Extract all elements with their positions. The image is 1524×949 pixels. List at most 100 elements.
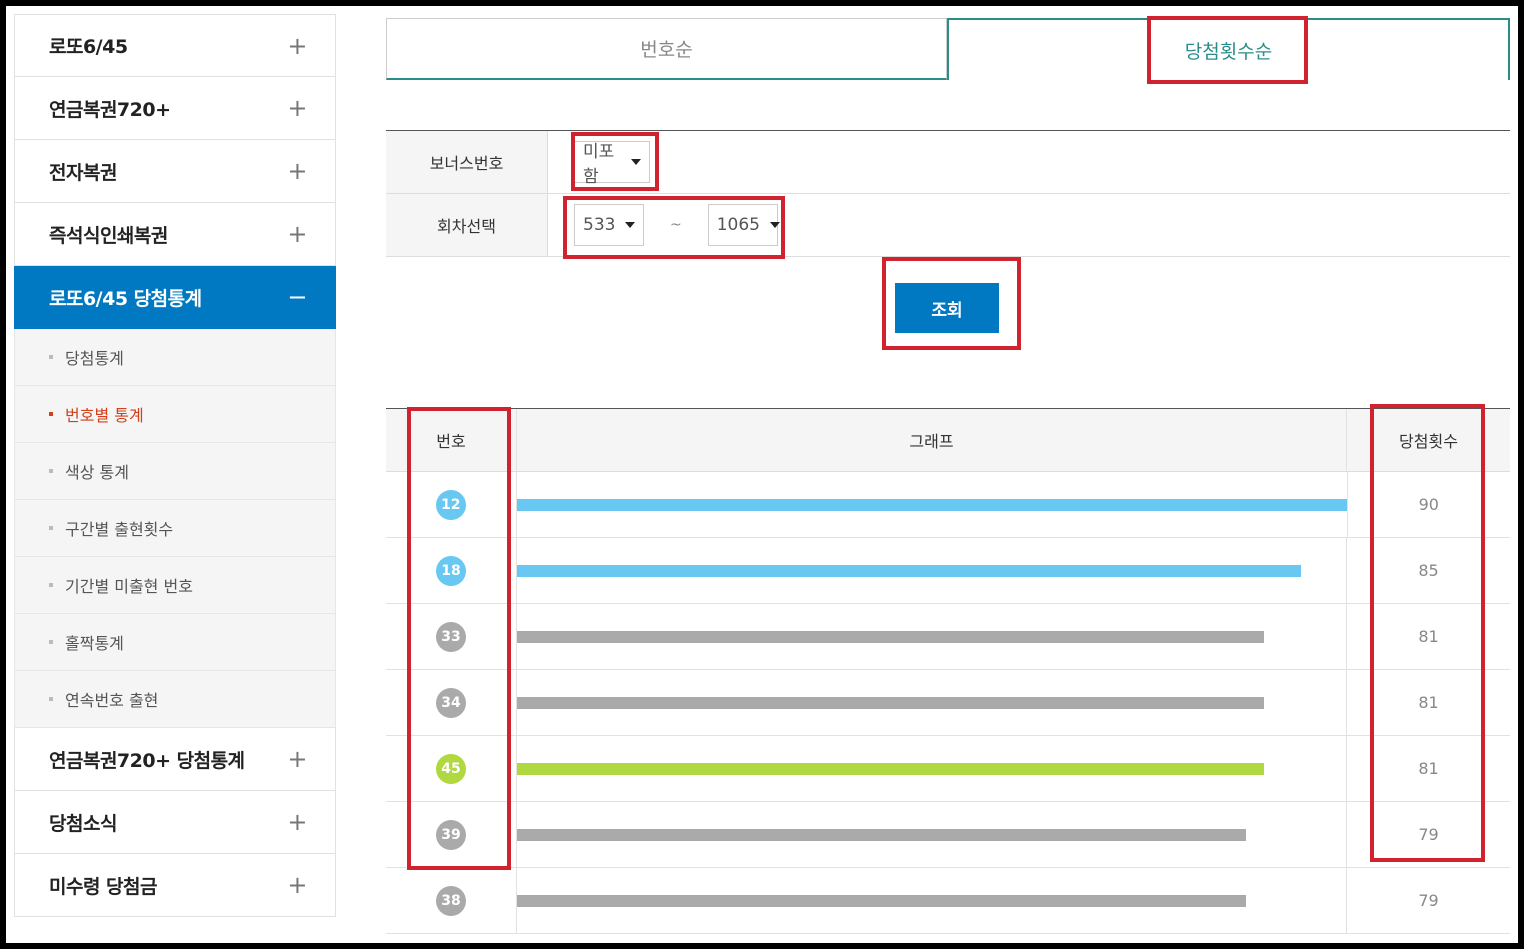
bonus-label: 보너스번호 bbox=[386, 131, 548, 193]
round-label: 회차선택 bbox=[386, 194, 548, 256]
number-cell: 12 bbox=[386, 472, 517, 537]
tab-by-number[interactable]: 번호순 bbox=[386, 18, 947, 80]
lotto-ball: 34 bbox=[436, 687, 466, 718]
sidebar-submenu-label: 홀짝통계 bbox=[65, 634, 124, 653]
table-row: 33 81 bbox=[386, 604, 1510, 670]
lotto-ball: 33 bbox=[436, 621, 466, 652]
number-cell: 18 bbox=[386, 538, 517, 603]
sidebar-menu-item[interactable]: 연금복권720+ + bbox=[14, 77, 336, 140]
graph-cell bbox=[517, 736, 1347, 801]
plus-icon[interactable]: + bbox=[287, 745, 307, 773]
header-graph: 그래프 bbox=[517, 409, 1347, 471]
table-row: 38 79 bbox=[386, 868, 1510, 934]
sidebar-submenu-label: 기간별 미출현 번호 bbox=[65, 577, 193, 596]
graph-cell bbox=[517, 604, 1347, 669]
bullet-icon bbox=[49, 640, 53, 644]
graph-cell bbox=[517, 802, 1347, 867]
count-cell: 79 bbox=[1418, 891, 1439, 910]
sidebar-menu-item[interactable]: 당첨소식 + bbox=[14, 791, 336, 854]
sidebar-menu-item[interactable]: 즉석식인쇄복권 + bbox=[14, 203, 336, 266]
sidebar-submenu-item[interactable]: 기간별 미출현 번호 bbox=[14, 557, 336, 614]
sidebar-submenu-item[interactable]: 번호별 통계 bbox=[14, 386, 336, 443]
count-bar bbox=[517, 630, 1264, 643]
sidebar-menu-label: 당첨소식 bbox=[49, 812, 117, 835]
caret-down-icon bbox=[631, 159, 641, 165]
count-bar bbox=[517, 696, 1264, 709]
table-row: 34 81 bbox=[386, 670, 1510, 736]
number-cell: 45 bbox=[386, 736, 517, 801]
bullet-icon bbox=[49, 583, 53, 587]
round-row: 회차선택 533 ~ 1065 bbox=[386, 194, 1510, 257]
sidebar-submenu-label: 연속번호 출현 bbox=[65, 691, 159, 710]
sidebar-submenu-item[interactable]: 당첨통계 bbox=[14, 329, 336, 386]
sidebar-submenu-item[interactable]: 연속번호 출현 bbox=[14, 671, 336, 728]
sidebar-menu-label: 미수령 당첨금 bbox=[49, 875, 158, 898]
sidebar-nav: 로또6/45 + 연금복권720+ + 전자복권 + 즉석식인쇄복권 + 로또6/45 당첨통계… bbox=[14, 14, 336, 917]
tab-by-wins[interactable]: 당첨횟수순 bbox=[947, 18, 1510, 80]
table-body: 12 90 18 85 33 81 34 81 45 81 39 79 38 79 bbox=[386, 472, 1510, 934]
bonus-select-value: 미포함 bbox=[583, 142, 615, 187]
table-row: 12 90 bbox=[386, 472, 1510, 538]
table-row: 45 81 bbox=[386, 736, 1510, 802]
sidebar-menu-item[interactable]: 전자복권 + bbox=[14, 140, 336, 203]
plus-icon[interactable]: + bbox=[287, 94, 307, 122]
count-bar bbox=[517, 762, 1264, 775]
sidebar-menu-item[interactable]: 연금복권720+ 당첨통계 + bbox=[14, 728, 336, 791]
sidebar-menu-item[interactable]: 로또6/45 당첨통계 − bbox=[14, 266, 336, 329]
plus-icon[interactable]: + bbox=[287, 220, 307, 248]
bullet-icon bbox=[49, 412, 53, 416]
bullet-icon bbox=[49, 355, 53, 359]
sidebar-menu-label: 즉석식인쇄복권 bbox=[49, 224, 168, 247]
count-bar bbox=[516, 498, 1347, 511]
minus-icon[interactable]: − bbox=[287, 283, 307, 311]
sidebar-submenu-label: 당첨통계 bbox=[65, 349, 124, 368]
graph-cell bbox=[516, 472, 1348, 537]
table-header: 번호 그래프 당첨횟수 bbox=[386, 409, 1510, 472]
bonus-select[interactable]: 미포함 bbox=[574, 141, 650, 187]
round-from-select[interactable]: 533 bbox=[574, 204, 644, 246]
sidebar-menu-item[interactable]: 로또6/45 + bbox=[14, 14, 336, 77]
bonus-row: 보너스번호 미포함 bbox=[386, 131, 1510, 194]
sidebar-menu-label: 연금복권720+ 당첨통계 bbox=[49, 749, 245, 772]
sidebar-submenu-item[interactable]: 색상 통계 bbox=[14, 443, 336, 500]
plus-icon[interactable]: + bbox=[287, 157, 307, 185]
sidebar-menu-item[interactable]: 미수령 당첨금 + bbox=[14, 854, 336, 917]
table-row: 39 79 bbox=[386, 802, 1510, 868]
lotto-ball: 38 bbox=[436, 885, 466, 916]
count-cell: 81 bbox=[1418, 759, 1439, 778]
lotto-ball: 45 bbox=[436, 753, 466, 784]
count-bar bbox=[517, 828, 1246, 841]
caret-down-icon bbox=[625, 222, 636, 228]
round-from-value: 533 bbox=[583, 215, 616, 235]
sort-tabs: 번호순 당첨횟수순 bbox=[386, 18, 1510, 80]
graph-cell bbox=[517, 538, 1347, 603]
search-button[interactable]: 조회 bbox=[895, 283, 999, 333]
lotto-ball: 12 bbox=[435, 489, 466, 520]
count-cell: 81 bbox=[1418, 693, 1439, 712]
bullet-icon bbox=[49, 469, 53, 473]
plus-icon[interactable]: + bbox=[287, 32, 307, 60]
number-cell: 38 bbox=[386, 868, 517, 933]
count-bar bbox=[517, 894, 1246, 907]
sidebar-menu-label: 로또6/45 bbox=[49, 36, 128, 58]
plus-icon[interactable]: + bbox=[287, 808, 307, 836]
round-to-value: 1065 bbox=[716, 215, 760, 235]
bullet-icon bbox=[49, 526, 53, 530]
count-bar bbox=[517, 564, 1301, 577]
plus-icon[interactable]: + bbox=[287, 871, 307, 899]
graph-cell bbox=[517, 670, 1347, 735]
lotto-ball: 39 bbox=[436, 819, 466, 850]
sidebar-submenu-item[interactable]: 홀짝통계 bbox=[14, 614, 336, 671]
count-cell: 81 bbox=[1418, 627, 1439, 646]
page-frame: 로또6/45 + 연금복권720+ + 전자복권 + 즉석식인쇄복권 + 로또6/45 당첨통계… bbox=[6, 6, 1518, 943]
count-cell: 90 bbox=[1418, 495, 1439, 514]
sidebar-menu-label: 로또6/45 당첨통계 bbox=[49, 287, 202, 310]
count-cell: 79 bbox=[1418, 825, 1439, 844]
sidebar-submenu-label: 색상 통계 bbox=[65, 463, 129, 482]
number-stats-table: 번호 그래프 당첨횟수 12 90 18 85 33 81 34 81 45 81 39 79 38 79 bbox=[386, 408, 1510, 934]
number-cell: 33 bbox=[386, 604, 517, 669]
bullet-icon bbox=[49, 697, 53, 701]
sidebar-submenu-item[interactable]: 구간별 출현횟수 bbox=[14, 500, 336, 557]
round-to-select[interactable]: 1065 bbox=[707, 204, 780, 246]
count-cell: 85 bbox=[1418, 561, 1439, 580]
